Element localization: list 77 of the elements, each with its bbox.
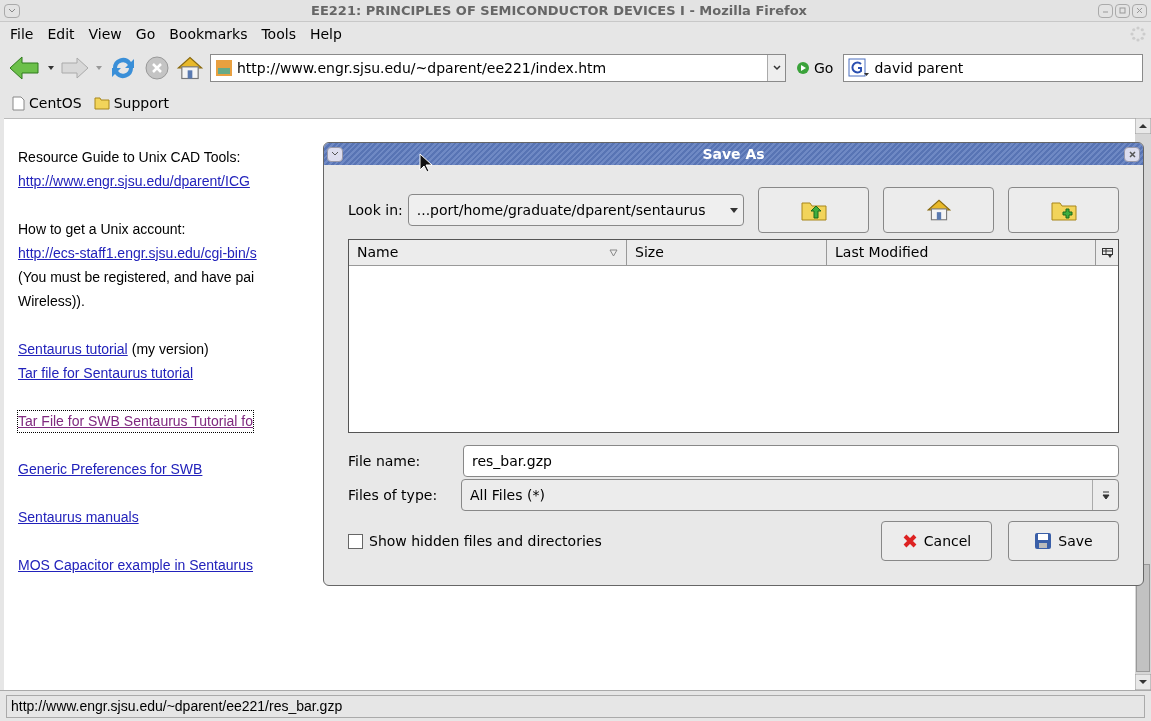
dialog-title: Save As	[702, 144, 765, 164]
cancel-icon	[901, 533, 918, 549]
menu-item[interactable]: View	[82, 23, 128, 45]
close-button[interactable]	[1124, 146, 1140, 162]
parent-folder-button[interactable]	[758, 187, 869, 233]
throbber-icon	[1129, 25, 1147, 43]
search-engine-icon	[848, 58, 871, 78]
file-list[interactable]: Name Size Last Modified	[348, 239, 1119, 433]
page-text: Resource Guide to Unix CAD Tools:	[18, 147, 241, 167]
cancel-button[interactable]: Cancel	[881, 521, 992, 561]
go-button[interactable]: Go	[792, 57, 838, 79]
scroll-down-icon[interactable]	[1135, 674, 1151, 690]
column-header[interactable]: Last Modified	[827, 240, 1096, 265]
chevron-down-icon	[772, 65, 781, 71]
menu-item[interactable]: Help	[303, 23, 348, 45]
page-link[interactable]: Sentaurus tutorial	[18, 338, 128, 360]
window-menu-button[interactable]	[327, 146, 343, 162]
window-menu-button[interactable]	[4, 3, 20, 18]
site-icon	[215, 59, 233, 77]
page-icon	[12, 95, 25, 111]
page-link[interactable]: http://ecs-staff1.engr.sjsu.edu/cgi-bin/s	[18, 242, 257, 264]
address-field[interactable]: http://www.engr.sjsu.edu/~dparent/ee221/index.htm	[210, 54, 786, 82]
look-in-dropdown[interactable]: ...port/home/graduate/dparent/sentaurus	[407, 194, 744, 226]
maximize-button[interactable]	[1115, 3, 1130, 18]
close-icon	[1136, 7, 1143, 14]
home-button[interactable]	[883, 187, 994, 233]
save-button[interactable]: Save	[1008, 521, 1119, 561]
menu-item[interactable]: Go	[129, 23, 162, 45]
bookmark-item[interactable]: Support	[93, 92, 169, 114]
file-name-field[interactable]: res_bar.gzp	[463, 445, 1119, 477]
page-link[interactable]: Generic Preferences for SWB	[18, 458, 203, 480]
column-header[interactable]: Size	[627, 240, 827, 265]
home-icon	[925, 197, 952, 223]
file-type-dropdown[interactable]: All Files (*)	[461, 479, 1119, 511]
chevron-down-icon	[331, 151, 339, 157]
file-type-label: Files of type:	[348, 485, 439, 505]
forward-arrow-icon[interactable]	[60, 56, 90, 80]
menu-item[interactable]: File	[4, 23, 40, 45]
search-field[interactable]: david parent	[843, 54, 1143, 82]
window-title: EE221: PRINCIPLES OF SEMICONDUCTOR DEVICES I - Mozilla Firefox	[310, 1, 808, 20]
column-header[interactable]: Name	[349, 240, 627, 265]
page-link[interactable]: MOS Capacitor example in Sentaurus	[18, 554, 253, 576]
scroll-up-icon[interactable]	[1135, 118, 1151, 134]
menu-item[interactable]: Bookmarks	[163, 23, 254, 45]
sort-triangle-icon	[609, 248, 618, 257]
history-dropdown-button[interactable]	[767, 55, 785, 81]
page-text: (my version)	[131, 339, 209, 359]
page-link[interactable]: http://www.engr.sjsu.edu/dparent/ICG	[18, 170, 250, 192]
page-link[interactable]: Tar file for Sentaurus tutorial	[18, 362, 194, 384]
maximize-icon	[1119, 7, 1126, 14]
caret-icon	[728, 206, 739, 214]
mouse-pointer-icon	[419, 153, 433, 173]
page-link[interactable]: Tar File for SWB Sentaurus Tutorial fo	[18, 410, 253, 432]
column-chooser-icon	[1101, 247, 1113, 258]
page-link[interactable]: Sentaurus manuals	[18, 506, 139, 528]
menu-item[interactable]: Edit	[41, 23, 81, 45]
file-name-label: File name:	[348, 451, 422, 471]
folder-icon	[93, 96, 110, 110]
close-icon	[1128, 150, 1136, 158]
bookmark-item[interactable]: CentOS	[12, 92, 82, 114]
play-icon	[796, 61, 810, 75]
page-text: How to get a Unix account:	[18, 219, 186, 239]
show-hidden-checkbox[interactable]: Show hidden files and directories	[348, 530, 881, 552]
stop-icon[interactable]	[144, 55, 170, 81]
new-folder-button[interactable]	[1008, 187, 1119, 233]
back-arrow-icon[interactable]	[8, 55, 42, 81]
chevron-down-icon	[8, 7, 16, 14]
caret-icon[interactable]	[48, 66, 54, 70]
caret-icon	[1101, 490, 1110, 500]
page-text: Wireless)).	[18, 291, 85, 311]
minimize-button[interactable]	[1098, 3, 1113, 18]
page-text: (You must be registered, and have pai	[18, 267, 255, 287]
checkbox[interactable]	[348, 533, 363, 549]
status-text: http://www.engr.sjsu.edu/~dparent/ee221/res_bar.gzp	[6, 694, 1145, 718]
look-in-label: Look in:	[348, 200, 403, 220]
home-icon	[176, 54, 204, 82]
menu-item[interactable]: Tools	[255, 23, 302, 45]
